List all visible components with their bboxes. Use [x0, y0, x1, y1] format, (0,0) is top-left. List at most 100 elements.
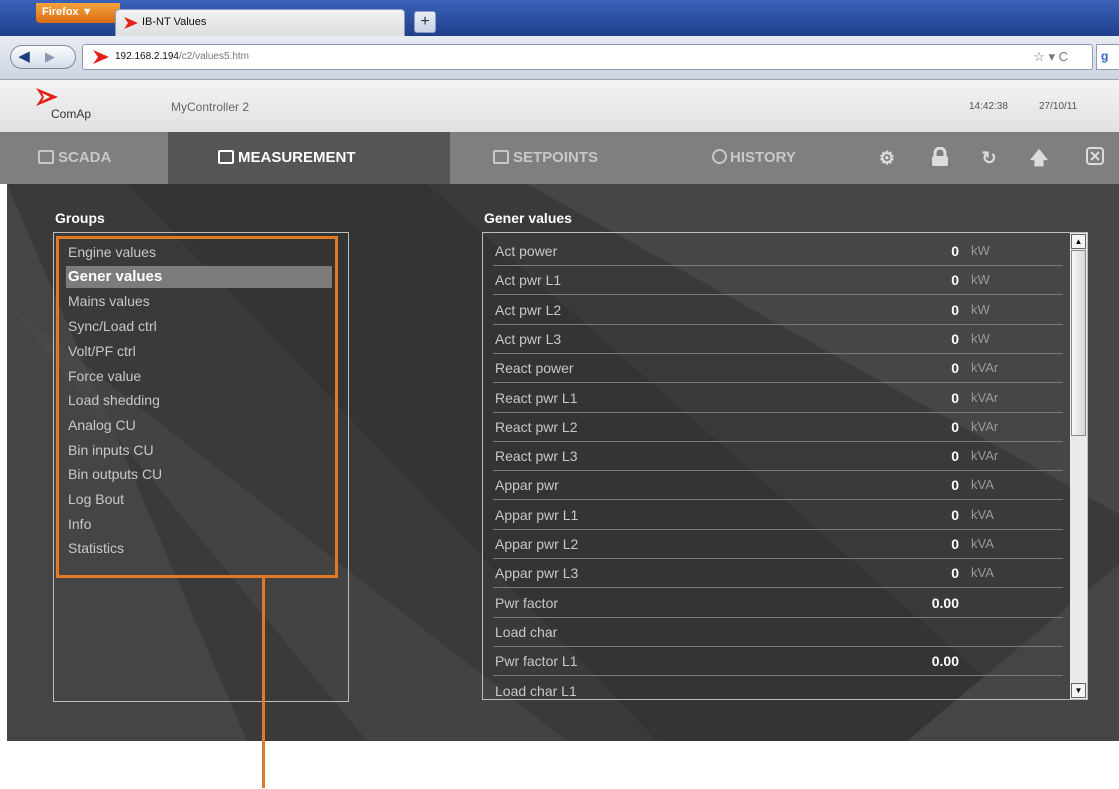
value-number: 0	[951, 389, 959, 406]
lock-icon[interactable]	[929, 146, 951, 169]
value-name: Act pwr L2	[495, 301, 562, 318]
main-nav: SCADA MEASUREMENT SETPOINTS HISTORY ⚙ ↻ …	[0, 132, 1119, 184]
table-row[interactable]: Appar pwr 0 kVA	[493, 471, 1063, 501]
value-unit: kVAr	[971, 418, 999, 434]
value-unit: kVA	[971, 565, 994, 581]
value-unit: kVAr	[971, 389, 999, 405]
logo-text: ComAp	[51, 107, 92, 121]
gear-icon[interactable]: ⚙	[876, 147, 898, 169]
value-name: React power	[495, 360, 574, 377]
back-forward-group: ◀ ▶	[10, 45, 76, 69]
history-clock-icon	[712, 149, 727, 164]
forward-arrow-icon[interactable]: ▶	[39, 47, 61, 67]
tab-history[interactable]: HISTORY	[712, 132, 796, 184]
value-unit: kVA	[971, 477, 994, 493]
value-unit: kW	[971, 272, 990, 288]
value-name: Load char L1	[495, 682, 577, 699]
values-table: Load char L1 Pwr factor L1 0.00 Load char Pw…	[482, 232, 1088, 700]
value-number: 0	[951, 477, 959, 494]
value-name: Load char	[495, 623, 558, 640]
tab-title: IB-NT Values	[142, 16, 207, 28]
measurement-icon	[218, 150, 234, 164]
close-icon[interactable]	[1084, 147, 1106, 169]
header-time: 14:42:38	[969, 101, 1008, 112]
value-name: Act pwr L1	[495, 272, 562, 289]
table-row[interactable]: React pwr L1 0 kVAr	[493, 384, 1063, 413]
comap-logo-icon	[36, 88, 58, 106]
tab-scada[interactable]: SCADA	[38, 132, 111, 184]
value-number: 0.00	[931, 594, 959, 611]
scroll-thumb[interactable]	[1071, 250, 1086, 436]
url-host: 192.168.2.194	[115, 51, 179, 62]
table-row[interactable]: Act pwr L2 0 kW	[493, 296, 1063, 325]
bookmark-reload-icons[interactable]: ☆ ▾ C	[1033, 49, 1068, 65]
table-row[interactable]: Appar pwr L3 0 kVA	[493, 559, 1063, 589]
value-number: 0	[951, 272, 959, 289]
value-number: 0	[951, 301, 959, 318]
value-unit: kVA	[971, 536, 994, 551]
refresh-icon[interactable]: ↻	[978, 147, 1000, 169]
value-number: 0	[951, 506, 959, 523]
value-unit: kVAr	[971, 360, 999, 376]
table-row[interactable]: React pwr L2 0 kVAr	[493, 413, 1063, 442]
app-header: ComAp MyController 2 14:42:38 27/10/11	[0, 80, 1119, 132]
value-number: 0.00	[931, 653, 959, 670]
value-number: 0	[951, 243, 959, 259]
value-name: Pwr factor L1	[495, 653, 578, 670]
browser-tab[interactable]: IB-NT Values	[115, 9, 405, 36]
value-name: Act power	[495, 243, 558, 259]
table-row[interactable]: Appar pwr L2 0 kVA	[493, 530, 1063, 559]
value-number: 0	[951, 536, 959, 552]
value-name: Appar pwr L2	[495, 536, 579, 552]
table-row[interactable]: Pwr factor L1 0.00	[493, 647, 1063, 677]
setpoints-icon	[493, 150, 509, 164]
value-name: Appar pwr	[495, 477, 559, 494]
url-path: /c2/values5.htm	[178, 51, 249, 62]
value-name: Pwr factor	[495, 594, 559, 611]
value-name: Appar pwr L1	[495, 506, 579, 523]
table-row[interactable]: React pwr L3 0 kVAr	[493, 442, 1063, 472]
tab-measurement-label: MEASUREMENT	[238, 149, 356, 166]
value-name: React pwr L3	[495, 448, 578, 465]
table-row[interactable]: Pwr factor 0.00	[493, 589, 1063, 618]
table-row[interactable]: Act power 0 kW	[493, 237, 1063, 266]
table-row[interactable]: Load char L1	[493, 677, 1063, 700]
tab-setpoints-label: SETPOINTS	[513, 149, 599, 166]
groups-highlight-frame	[56, 236, 338, 578]
comap-tab-icon	[124, 17, 138, 29]
site-identity-icon	[93, 50, 109, 64]
value-number: 0	[951, 330, 959, 347]
value-number: 0	[951, 565, 959, 582]
firefox-menu-button[interactable]: Firefox ▼	[36, 3, 120, 23]
back-arrow-icon[interactable]: ◀	[13, 47, 35, 67]
tab-scada-label: SCADA	[58, 149, 112, 166]
upload-arrow-icon[interactable]: 🡅	[1028, 147, 1050, 169]
table-row[interactable]: React power 0 kVAr	[493, 354, 1063, 384]
value-number: 0	[951, 448, 959, 465]
new-tab-button[interactable]: +	[414, 11, 436, 33]
tab-measurement[interactable]: MEASUREMENT	[168, 132, 450, 184]
scroll-down-arrow-icon[interactable]: ▼	[1071, 683, 1086, 698]
value-unit: kVAr	[971, 448, 999, 464]
value-name: React pwr L1	[495, 389, 578, 406]
value-unit: kW	[971, 243, 990, 258]
table-row[interactable]: Act pwr L1 0 kW	[493, 266, 1063, 296]
controller-name: MyController 2	[171, 100, 250, 114]
value-number: 0	[951, 418, 959, 435]
table-row[interactable]: Appar pwr L1 0 kVA	[493, 501, 1063, 530]
table-row[interactable]: Load char	[493, 618, 1063, 647]
value-name: React pwr L2	[495, 418, 578, 435]
table-row[interactable]: Act pwr L3 0 kW	[493, 325, 1063, 354]
search-engine-icon[interactable]: g	[1096, 44, 1119, 70]
header-date: 27/10/11	[1039, 101, 1078, 112]
tab-setpoints[interactable]: SETPOINTS	[493, 132, 598, 184]
tab-history-label: HISTORY	[730, 149, 796, 166]
value-name: Act pwr L3	[495, 330, 562, 347]
url-bar[interactable]: 192.168.2.194/c2/values5.htm ☆ ▾ C	[82, 44, 1093, 70]
browser-navbar: ◀ ▶ 192.168.2.194/c2/values5.htm ☆ ▾ C g	[0, 36, 1119, 80]
values-scrollbar[interactable]: ▲ ▼	[1070, 233, 1087, 699]
groups-title: Groups	[55, 210, 105, 226]
callout-line	[262, 578, 265, 788]
browser-titlebar: Firefox ▼ IB-NT Values +	[0, 0, 1119, 36]
scroll-up-arrow-icon[interactable]: ▲	[1071, 234, 1086, 249]
